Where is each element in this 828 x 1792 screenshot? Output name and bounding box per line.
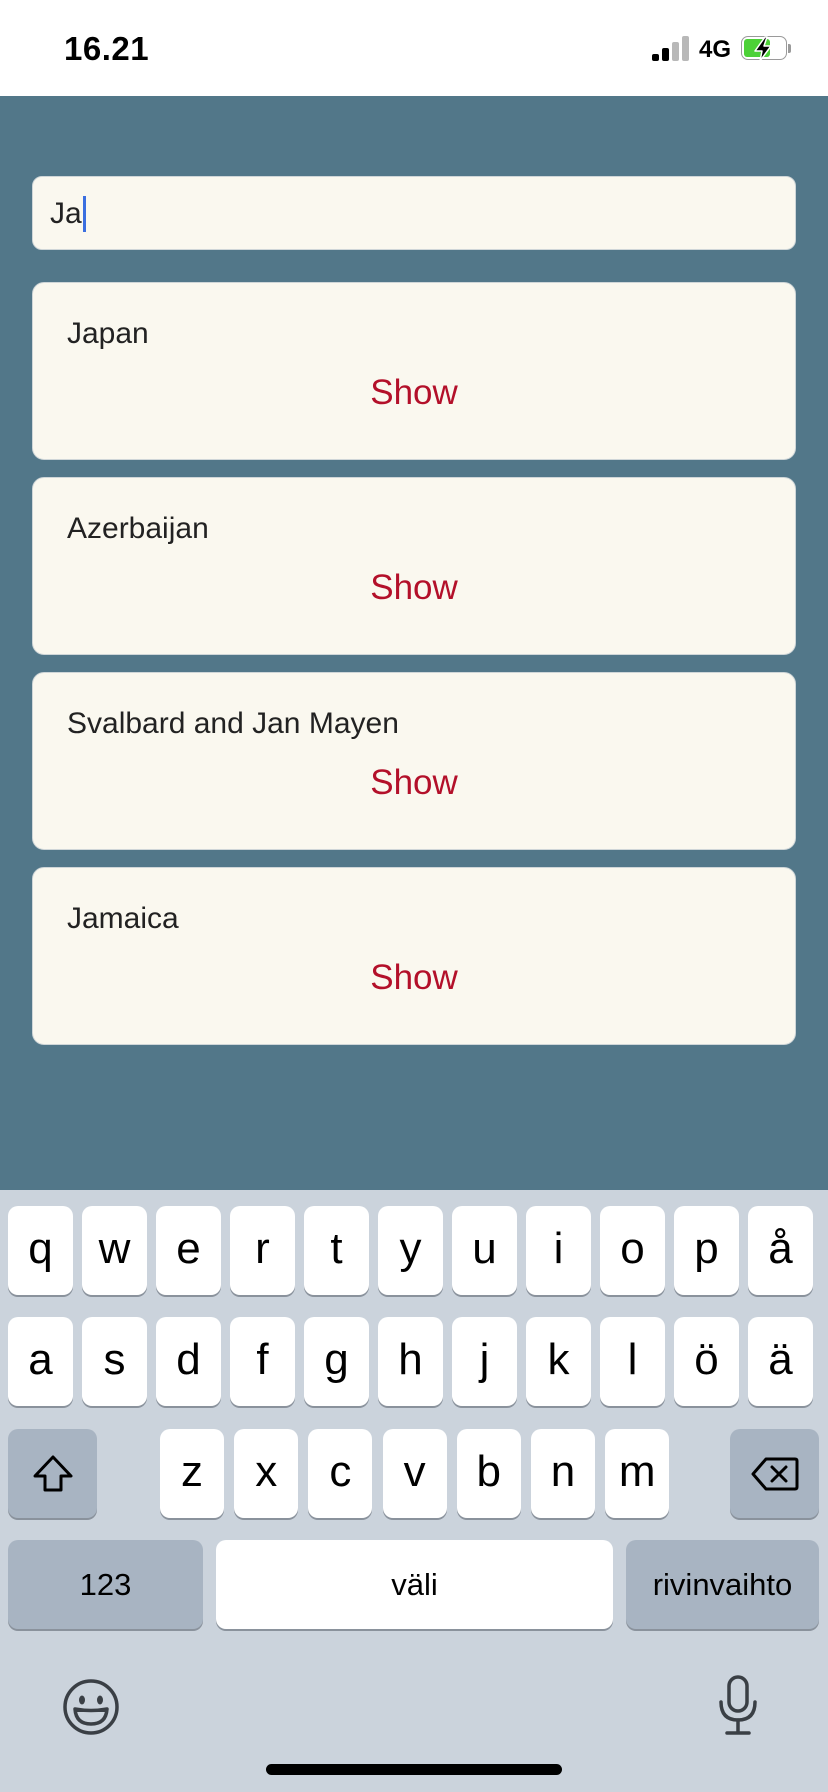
key-z[interactable]: z <box>160 1429 224 1518</box>
search-input-value: Ja <box>50 197 82 230</box>
network-type: 4G <box>699 36 732 63</box>
key-c[interactable]: c <box>308 1429 373 1518</box>
shift-icon <box>33 1455 72 1491</box>
key-b[interactable]: b <box>456 1429 521 1518</box>
numbers-key[interactable]: 123 <box>8 1540 203 1629</box>
key-f[interactable]: f <box>230 1317 295 1406</box>
key-n[interactable]: n <box>531 1429 595 1518</box>
key-v[interactable]: v <box>382 1429 447 1518</box>
backspace-icon <box>751 1457 798 1490</box>
key-å[interactable]: å <box>748 1206 813 1295</box>
country-name: Japan <box>67 317 149 350</box>
show-button-azerbaijan[interactable]: Show <box>344 568 484 608</box>
show-button-japan[interactable]: Show <box>344 373 484 413</box>
cellular-signal-icon <box>652 36 692 61</box>
key-p[interactable]: p <box>674 1206 739 1295</box>
key-i[interactable]: i <box>526 1206 591 1295</box>
battery-icon <box>741 36 793 62</box>
signal-bar <box>652 54 659 61</box>
results-list: Japan Show Azerbaijan Show Svalbard and … <box>32 282 796 1062</box>
key-s[interactable]: s <box>82 1317 147 1406</box>
backspace-key[interactable] <box>730 1429 819 1518</box>
key-a[interactable]: a <box>8 1317 73 1406</box>
microphone-icon <box>719 1675 757 1735</box>
text-caret <box>82 196 86 232</box>
space-key[interactable]: väli <box>216 1540 613 1629</box>
key-w[interactable]: w <box>82 1206 147 1295</box>
key-m[interactable]: m <box>605 1429 670 1518</box>
key-l[interactable]: l <box>600 1317 665 1406</box>
key-y[interactable]: y <box>378 1206 443 1295</box>
key-e[interactable]: e <box>156 1206 221 1295</box>
key-q[interactable]: q <box>8 1206 73 1295</box>
search-input-text: Ja <box>50 196 86 232</box>
result-card-azerbaijan: Azerbaijan Show <box>32 477 796 655</box>
signal-bar <box>662 48 669 61</box>
key-u[interactable]: u <box>452 1206 517 1295</box>
key-h[interactable]: h <box>378 1317 443 1406</box>
key-d[interactable]: d <box>156 1317 221 1406</box>
dictation-button[interactable] <box>705 1666 771 1746</box>
result-card-japan: Japan Show <box>32 282 796 460</box>
result-card-jamaica: Jamaica Show <box>32 867 796 1045</box>
country-name: Azerbaijan <box>67 512 209 545</box>
key-g[interactable]: g <box>304 1317 369 1406</box>
key-ä[interactable]: ä <box>748 1317 813 1406</box>
status-time: 16.21 <box>64 30 150 67</box>
key-ö[interactable]: ö <box>674 1317 739 1406</box>
emoji-button[interactable] <box>58 1674 124 1740</box>
key-r[interactable]: r <box>230 1206 295 1295</box>
search-input[interactable] <box>32 176 796 250</box>
signal-bar <box>672 42 679 61</box>
charging-bolt-icon <box>754 36 772 62</box>
on-screen-keyboard: qwertyuiopå asdfghjklöä zxcvbnm 123 väli… <box>0 1190 828 1792</box>
emoji-icon <box>63 1679 119 1735</box>
key-t[interactable]: t <box>304 1206 369 1295</box>
show-button-svalbard-and-jan-mayen[interactable]: Show <box>344 763 484 803</box>
key-j[interactable]: j <box>452 1317 517 1406</box>
return-key[interactable]: rivinvaihto <box>626 1540 819 1629</box>
key-x[interactable]: x <box>234 1429 299 1518</box>
signal-bar <box>682 36 689 61</box>
show-button-jamaica[interactable]: Show <box>344 958 484 998</box>
key-o[interactable]: o <box>600 1206 665 1295</box>
shift-key[interactable] <box>8 1429 97 1518</box>
result-card-svalbard-and-jan-mayen: Svalbard and Jan Mayen Show <box>32 672 796 850</box>
home-indicator[interactable] <box>266 1764 562 1775</box>
country-name: Svalbard and Jan Mayen <box>67 707 399 740</box>
app-content: Ja Japan Show Azerbaijan Show Svalbard a… <box>0 96 828 1190</box>
status-bar: 16.21 4G <box>0 0 828 96</box>
country-name: Jamaica <box>67 902 179 935</box>
key-k[interactable]: k <box>526 1317 591 1406</box>
